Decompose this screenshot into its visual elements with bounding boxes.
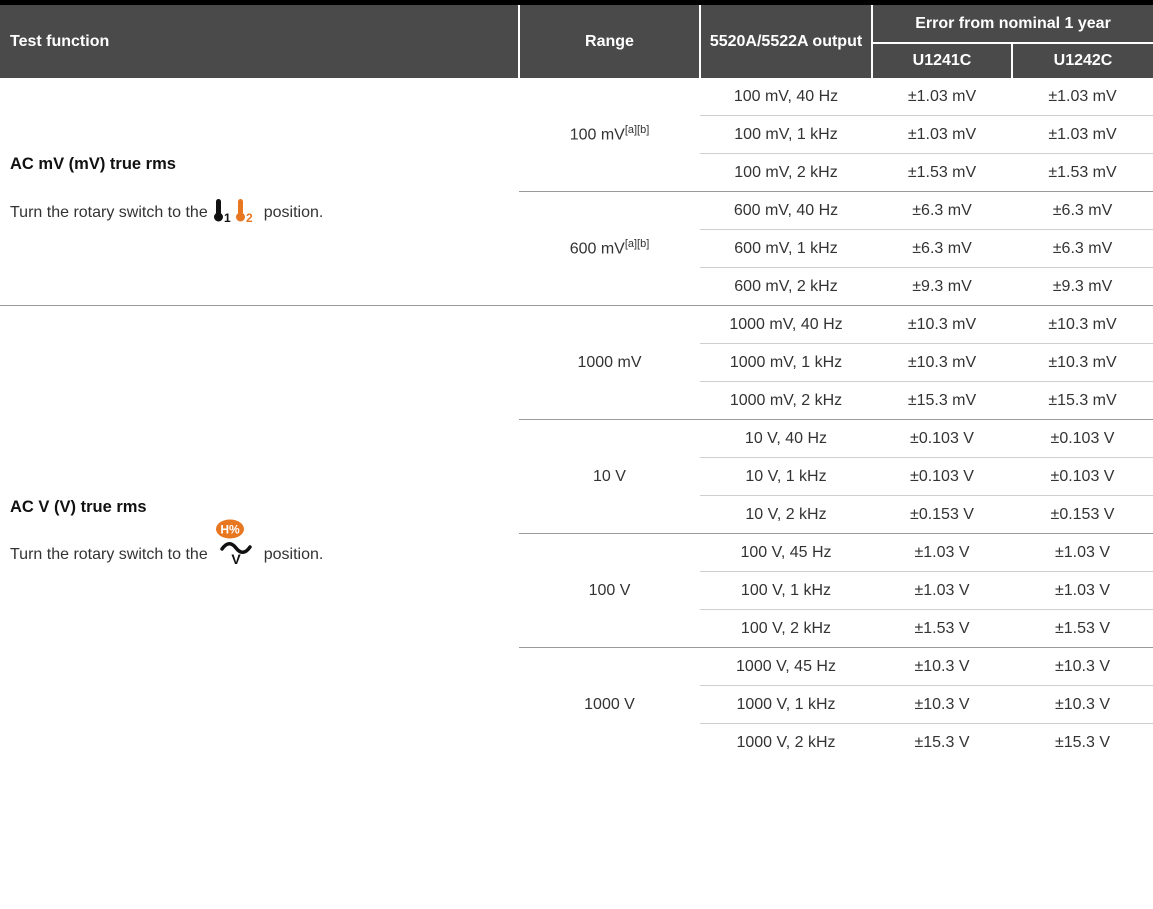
error-u1241c-cell: ±1.03 mV	[872, 115, 1012, 154]
error-u1242c-cell: ±6.3 mV	[1012, 191, 1153, 230]
error-u1242c-cell: ±0.103 V	[1012, 419, 1153, 458]
hz-percent-label: H%	[220, 522, 240, 536]
error-u1242c-cell: ±1.53 mV	[1012, 153, 1153, 192]
calibrator-output-cell: 100 mV, 40 Hz	[733, 87, 839, 105]
error-u1241c-cell: ±1.53 V	[872, 609, 1012, 648]
instruction-text: Turn the rotary switch to the	[10, 204, 208, 221]
error-u1241c-cell: ±0.103 V	[872, 457, 1012, 496]
calibrator-output-cell: 1000 mV, 40 Hz	[700, 305, 872, 344]
table-header: Test function Range 5520A/5522A output E…	[0, 5, 1153, 78]
error-u1242c-cell: ±1.03 V	[1012, 571, 1153, 610]
subscript-2: 2	[246, 211, 253, 224]
calibrator-output-cell: 100 V, 1 kHz	[700, 571, 872, 610]
error-u1241c-cell: ±10.3 mV	[872, 305, 1012, 344]
header-output: 5520A/5522A output	[700, 5, 873, 78]
calibrator-output-cell: 10 V, 2 kHz	[700, 495, 872, 534]
range-cell: 1000 V	[519, 647, 700, 761]
range-cell: 100 V	[519, 533, 700, 648]
calibrator-output-cell: 100 mV, 1 kHz	[700, 115, 872, 154]
instruction-text-end: position.	[263, 546, 324, 563]
error-u1241c-cell: ±6.3 mV	[872, 191, 1012, 230]
range-value: 1000 mV	[577, 353, 642, 371]
verification-table: Test function Range 5520A/5522A output E…	[0, 5, 1153, 761]
error-u1242c-cell: ±1.03 V	[1012, 533, 1153, 572]
error-u1241c-cell: ±15.3 mV	[872, 381, 1012, 420]
range-cell: 1000 mV	[519, 305, 700, 420]
range-value: 1000 V	[584, 695, 635, 713]
range-value: 600 mV	[569, 240, 625, 258]
calibrator-output-cell: 10 V, 40 Hz	[700, 419, 872, 458]
error-u1242c-cell: ±10.3 V	[1012, 685, 1153, 724]
calibrator-output-cell: 10 V, 1 kHz	[700, 457, 872, 496]
volt-label: V	[231, 551, 241, 565]
temperature-t1-t2-icon: 12	[213, 198, 258, 229]
ac-voltage-hz-percent-icon: H% V	[214, 519, 258, 570]
range-footnote: [a][b]	[624, 238, 650, 251]
error-u1241c-cell: ±1.53 mV	[872, 153, 1012, 192]
header-model-u1242c: U1242C	[1012, 42, 1153, 78]
table-body: AC mV (mV) true rms Turn the rotary switc…	[0, 78, 1153, 761]
table-row: AC V (V) true rms Turn the rotary switch …	[0, 305, 1153, 761]
error-u1241c-cell: ±1.03 V	[872, 571, 1012, 610]
header-model-u1241c: U1241C	[872, 42, 1013, 78]
error-u1242c-cell: ±10.3 V	[1012, 647, 1153, 686]
range-value: 100 V	[588, 581, 631, 599]
calibrator-output-cell: 1000 V, 2 kHz	[700, 723, 872, 761]
error-u1242c-cell: ±15.3 mV	[1012, 381, 1153, 420]
error-u1241c-cell: ±0.153 V	[872, 495, 1012, 534]
calibrator-output-cell: 1000 mV, 1 kHz	[700, 343, 872, 382]
range-cell: 600 mV[a][b]	[519, 191, 700, 306]
error-u1242c-cell: ±9.3 mV	[1012, 267, 1153, 306]
error-u1241c-cell: ±9.3 mV	[872, 267, 1012, 306]
error-u1242c-cell: ±1.53 V	[1012, 609, 1153, 648]
error-u1241c-cell: ±0.103 V	[872, 419, 1012, 458]
range-footnote: [a][b]	[624, 124, 650, 137]
calibrator-output-cell: 1000 V, 1 kHz	[700, 685, 872, 724]
calibrator-output-cell: 100 V, 2 kHz	[700, 609, 872, 648]
error-u1242c-cell: ±1.03 mV	[1012, 115, 1153, 154]
calibrator-output-cell: 600 mV, 2 kHz	[700, 267, 872, 306]
calibrator-output-cell: 1000 V, 45 Hz	[700, 647, 872, 686]
error-u1242c-cell: ±10.3 mV	[1012, 305, 1153, 344]
range-cell: 100 mV[a][b]	[519, 78, 700, 192]
calibrator-output-cell: 100 mV, 2 kHz	[700, 153, 872, 192]
subscript-1: 1	[224, 211, 231, 224]
range-value: 10 V	[593, 467, 626, 485]
error-u1242c-cell: ±10.3 mV	[1012, 343, 1153, 382]
error-u1241c-cell: ±10.3 V	[872, 647, 1012, 686]
test-function-title: AC mV (mV) true rms	[10, 154, 176, 173]
error-u1241c-cell: ±10.3 mV	[872, 343, 1012, 382]
table-row: AC mV (mV) true rms Turn the rotary switc…	[0, 78, 1153, 225]
error-u1241c-cell: ±15.3 V	[872, 723, 1012, 761]
range-cell: 10 V	[519, 419, 700, 534]
error-u1242c-cell: ±0.103 V	[1012, 457, 1153, 496]
range-value: 100 mV	[569, 126, 625, 144]
instruction-text-end: position.	[263, 204, 324, 221]
header-range: Range	[519, 5, 701, 78]
header-error: Error from nominal 1 year	[872, 5, 1153, 43]
calibrator-output-cell: 600 mV, 40 Hz	[700, 191, 872, 230]
test-function-instruction: Turn the rotary switch to the 1 2 position.	[10, 198, 519, 229]
error-u1241c-cell: ±1.03 mV	[907, 87, 977, 105]
test-function-title: AC V (V) true rms	[10, 497, 147, 516]
error-u1242c-cell: ±1.03 mV	[1048, 87, 1117, 105]
calibrator-output-cell: 600 mV, 1 kHz	[700, 229, 872, 268]
error-u1241c-cell: ±10.3 V	[872, 685, 1012, 724]
error-u1242c-cell: ±15.3 V	[1012, 723, 1153, 761]
error-u1242c-cell: ±0.153 V	[1012, 495, 1153, 534]
instruction-text: Turn the rotary switch to the	[10, 546, 208, 563]
test-function-cell: AC mV (mV) true rms Turn the rotary switc…	[0, 78, 519, 306]
calibrator-output-cell: 100 V, 45 Hz	[700, 533, 872, 572]
error-u1242c-cell: ±6.3 mV	[1012, 229, 1153, 268]
calibrator-output-cell: 1000 mV, 2 kHz	[700, 381, 872, 420]
header-test-function: Test function	[0, 5, 520, 78]
error-u1241c-cell: ±1.03 V	[872, 533, 1012, 572]
error-u1241c-cell: ±6.3 mV	[872, 229, 1012, 268]
test-function-cell: AC V (V) true rms Turn the rotary switch …	[0, 305, 519, 761]
test-function-instruction: Turn the rotary switch to the H% Vposition…	[10, 519, 519, 570]
